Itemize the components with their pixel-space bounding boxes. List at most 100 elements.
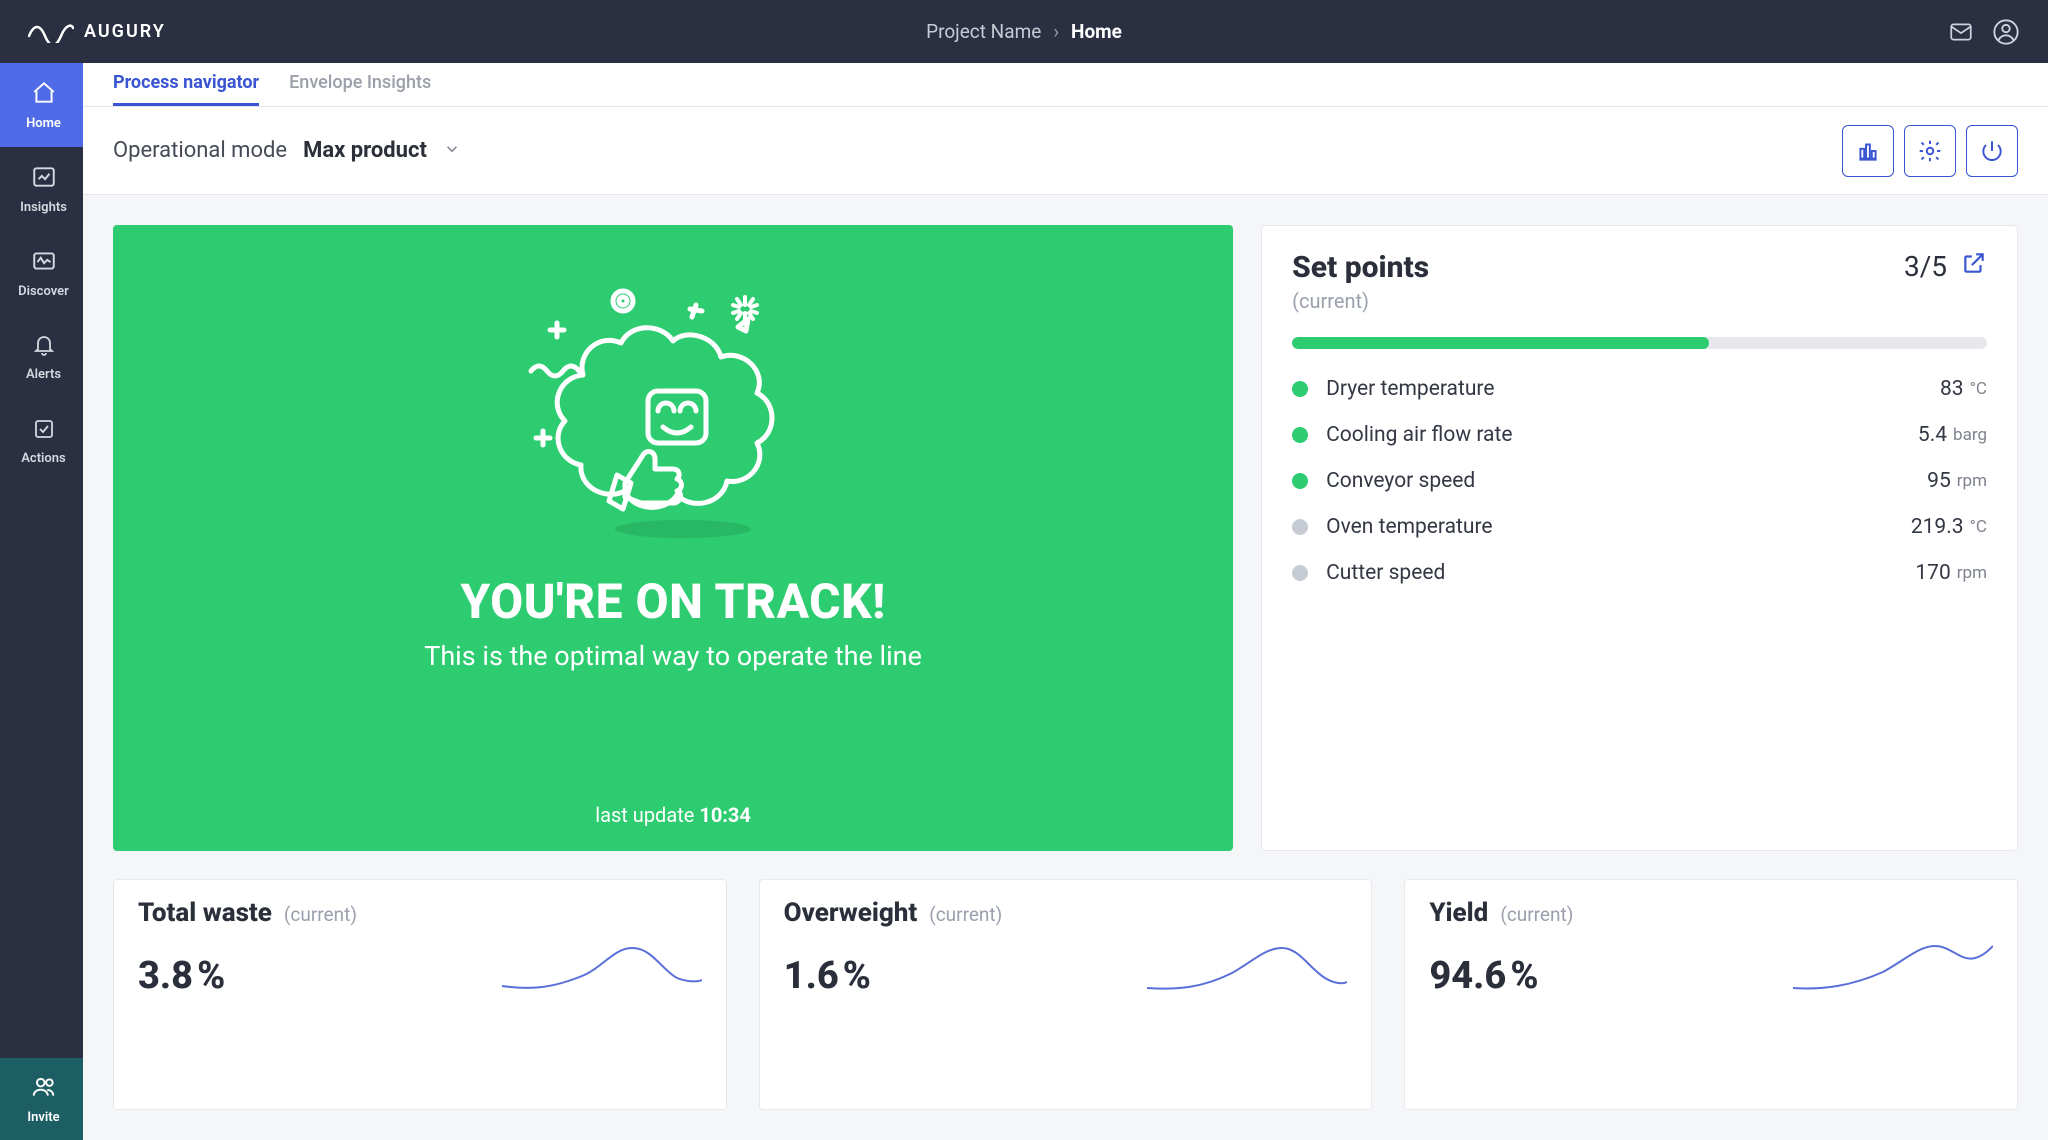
setpoint-unit: rpm: [1957, 563, 1987, 583]
setpoint-name: Cutter speed: [1326, 561, 1915, 585]
setpoints-title: Set points: [1292, 250, 1429, 285]
setpoint-row: Oven temperature 219.3 °C: [1292, 515, 1987, 539]
sidebar-item-label: Alerts: [26, 367, 61, 382]
kpi-subtitle: (current): [1500, 903, 1573, 926]
kpi-title: Overweight: [784, 898, 918, 928]
discover-icon: [31, 248, 57, 278]
kpi-number: 94.6: [1429, 954, 1506, 998]
kpi-yield: Yield (current) 94.6%: [1404, 879, 2018, 1110]
setpoint-value: 170: [1915, 561, 1950, 585]
setpoint-value: 5.4: [1918, 423, 1947, 447]
setpoint-row: Conveyor speed 95 rpm: [1292, 469, 1987, 493]
last-update-time: 10:34: [699, 803, 751, 827]
kpi-overweight: Overweight (current) 1.6%: [759, 879, 1373, 1110]
chevron-right-icon: ›: [1053, 20, 1059, 43]
subnav-tabs: Process navigator Envelope Insights: [83, 63, 2048, 107]
breadcrumb: Project Name › Home: [926, 20, 1122, 43]
power-button[interactable]: [1966, 125, 2018, 177]
topbar: AUGURY Project Name › Home: [0, 0, 2048, 63]
setpoint-name: Conveyor speed: [1326, 469, 1927, 493]
sidebar-item-discover[interactable]: Discover: [0, 231, 83, 315]
sidebar-item-label: Discover: [18, 284, 69, 299]
kpi-unit: %: [843, 954, 871, 998]
setpoint-name: Oven temperature: [1326, 515, 1911, 539]
check-square-icon: [32, 417, 56, 445]
sparkline-icon: [1147, 938, 1347, 998]
kpi-unit: %: [197, 954, 225, 998]
setpoints-progress: [1292, 337, 1987, 349]
mail-button[interactable]: [1948, 19, 1974, 45]
hero-title: YOU'RE ON TRACK!: [460, 573, 885, 630]
toolbar: Operational mode Max product: [83, 107, 2048, 195]
kpi-title: Yield: [1429, 898, 1488, 928]
setpoint-row: Cutter speed 170 rpm: [1292, 561, 1987, 585]
kpi-subtitle: (current): [284, 903, 357, 926]
setpoint-row: Dryer temperature 83 °C: [1292, 377, 1987, 401]
last-update-label: last update: [595, 803, 694, 827]
kpi-number: 3.8: [138, 954, 193, 998]
setpoint-value: 219.3: [1911, 515, 1964, 539]
setpoint-row: Cooling air flow rate 5.4 barg: [1292, 423, 1987, 447]
external-link-icon[interactable]: [1961, 250, 1987, 283]
breadcrumb-current: Home: [1071, 20, 1122, 43]
chart-button[interactable]: [1842, 125, 1894, 177]
status-dot-icon: [1292, 473, 1308, 489]
kpi-number: 1.6: [784, 954, 839, 998]
setpoint-value: 83: [1940, 377, 1964, 401]
kpi-subtitle: (current): [929, 903, 1002, 926]
hero-subtitle: This is the optimal way to operate the l…: [424, 640, 922, 672]
setpoint-name: Dryer temperature: [1326, 377, 1940, 401]
bell-icon: [32, 333, 56, 361]
setpoints-list: Dryer temperature 83 °C Cooling air flow…: [1292, 377, 1987, 585]
kpi-value: 3.8%: [138, 954, 225, 998]
status-dot-icon: [1292, 565, 1308, 581]
brand-logo-icon: [28, 21, 74, 43]
hero-last-update: last update 10:34: [595, 773, 751, 827]
users-icon: [31, 1074, 57, 1104]
kpi-total-waste: Total waste (current) 3.8%: [113, 879, 727, 1110]
operational-mode-value[interactable]: Max product: [303, 138, 427, 163]
sidebar-item-alerts[interactable]: Alerts: [0, 315, 83, 399]
sidebar-item-insights[interactable]: Insights: [0, 147, 83, 231]
tab-envelope-insights[interactable]: Envelope Insights: [289, 72, 431, 106]
setpoints-card: Set points (current) 3/5: [1261, 225, 2018, 851]
kpi-value: 1.6%: [784, 954, 871, 998]
chevron-down-icon[interactable]: [443, 140, 461, 162]
setpoint-unit: barg: [1953, 425, 1987, 445]
insights-icon: [31, 164, 57, 194]
sidebar-item-label: Home: [26, 116, 61, 131]
profile-button[interactable]: [1992, 18, 2020, 46]
sparkline-icon: [502, 938, 702, 998]
setpoint-name: Cooling air flow rate: [1326, 423, 1918, 447]
kpi-value: 94.6%: [1429, 954, 1538, 998]
kpi-unit: %: [1510, 954, 1538, 998]
setpoint-value: 95: [1927, 469, 1951, 493]
setpoints-subtitle: (current): [1292, 289, 1429, 313]
setpoints-progress-fill: [1292, 337, 1709, 349]
on-track-hero: YOU'RE ON TRACK! This is the optimal way…: [113, 225, 1233, 851]
kpi-title: Total waste: [138, 898, 272, 928]
status-dot-icon: [1292, 519, 1308, 535]
sidebar-item-label: Insights: [20, 200, 67, 215]
sidebar: Home Insights Discover Alerts: [0, 63, 83, 1140]
operational-mode-label: Operational mode: [113, 138, 287, 163]
sidebar-item-label: Invite: [27, 1110, 59, 1125]
status-dot-icon: [1292, 427, 1308, 443]
sidebar-item-actions[interactable]: Actions: [0, 399, 83, 483]
tab-process-navigator[interactable]: Process navigator: [113, 72, 259, 106]
sidebar-item-label: Actions: [21, 451, 66, 466]
setpoint-unit: °C: [1970, 379, 1987, 399]
setpoints-count: 3/5: [1904, 250, 1947, 283]
sidebar-item-invite[interactable]: Invite: [0, 1058, 83, 1140]
setpoint-unit: °C: [1970, 517, 1987, 537]
sparkline-icon: [1793, 938, 1993, 998]
home-icon: [31, 80, 57, 110]
settings-button[interactable]: [1904, 125, 1956, 177]
sidebar-item-home[interactable]: Home: [0, 63, 83, 147]
breadcrumb-project[interactable]: Project Name: [926, 20, 1041, 43]
brand: AUGURY: [28, 21, 166, 43]
setpoint-unit: rpm: [1957, 471, 1987, 491]
brand-name: AUGURY: [84, 21, 166, 42]
status-dot-icon: [1292, 381, 1308, 397]
celebration-illustration-icon: [513, 261, 833, 555]
